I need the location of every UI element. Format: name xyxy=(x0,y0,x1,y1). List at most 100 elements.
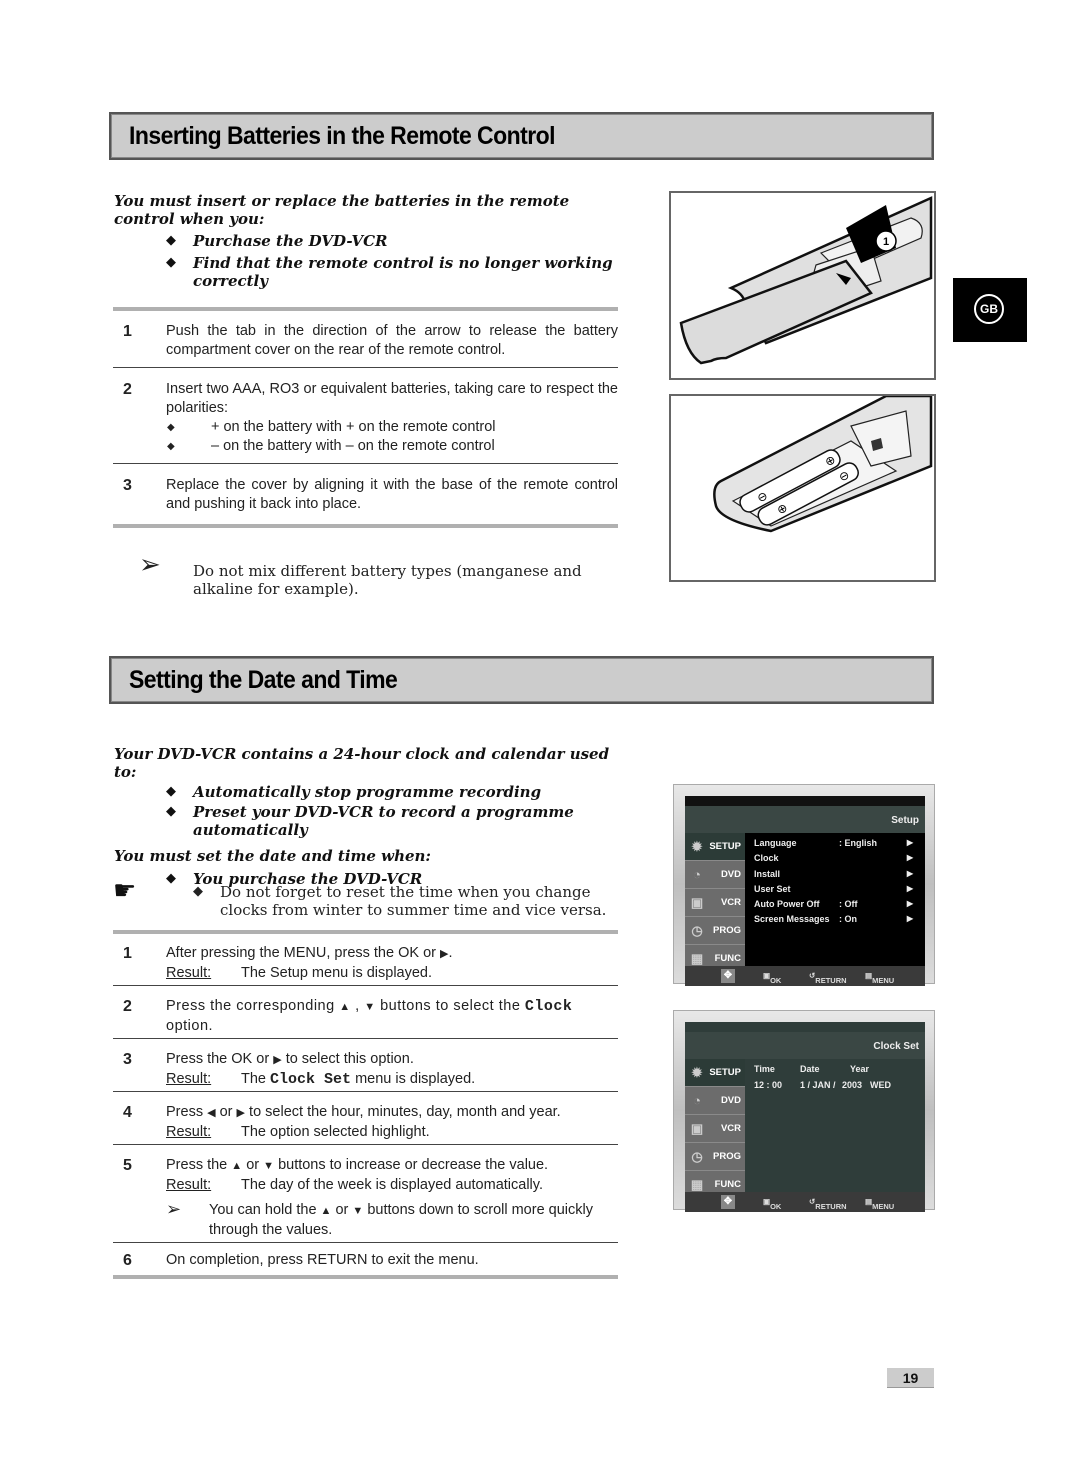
remote-cover-illustration: 1 xyxy=(669,191,936,380)
divider xyxy=(113,307,618,311)
step-6: 6 On completion, press RETURN to exit th… xyxy=(123,1252,479,1269)
divider xyxy=(113,1091,618,1092)
right-arrow-icon: ▶ xyxy=(906,853,913,862)
sidebar-item-setup: ✹ SETUP xyxy=(685,1059,745,1087)
step-2: 2 Press the corresponding ▲ , ▼ buttons … xyxy=(123,998,573,1034)
menu-sidebar: ✹ SETUP ◔ DVD ▣ VCR ◷ PROG ▦ FUNC xyxy=(685,833,745,973)
scroll-tip: ➢ You can hold the ▲ or ▼ buttons down t… xyxy=(166,1199,593,1238)
language-badge: GB xyxy=(974,294,1004,324)
sidebar-item-prog: ◷ PROG xyxy=(685,1143,745,1171)
intro-bullet: ◆ Preset your DVD-VCR to record a progra… xyxy=(166,803,574,839)
section-title-date-time: Setting the Date and Time xyxy=(109,656,934,704)
sidebar-item-dvd: ◔ DVD xyxy=(685,861,745,889)
up-arrow-icon: ▲ xyxy=(320,1205,332,1217)
remote-batteries-illustration: ⊖ ⊕ ⊕ ⊖ xyxy=(669,394,936,582)
diamond-icon: ◆ xyxy=(166,255,176,270)
result-label: Result: xyxy=(166,1124,212,1140)
disc-icon: ◔ xyxy=(693,867,701,882)
diamond-icon: ◆ xyxy=(166,233,176,248)
divider xyxy=(113,1242,618,1243)
ok-hint: ▣ OK xyxy=(763,1197,782,1211)
clock-icon: ◷ xyxy=(691,1149,703,1164)
right-arrow-icon: ▶ xyxy=(906,884,913,893)
menu-row-install: Install ▶ xyxy=(754,869,913,879)
clock-values: 12 : 00 1 / JAN / 2003 WED xyxy=(754,1080,919,1094)
page-number: 19 xyxy=(887,1368,934,1388)
time-value[interactable]: 12 : 00 xyxy=(754,1080,782,1090)
section-title-batteries: Inserting Batteries in the Remote Contro… xyxy=(109,112,934,160)
result-label: Result: xyxy=(166,1071,212,1087)
right-arrow-icon: ▶ xyxy=(236,1107,246,1119)
disc-icon: ◔ xyxy=(693,1093,701,1108)
navigation-pad-icon: ✥ xyxy=(721,969,735,983)
diamond-icon: ◆ xyxy=(166,784,176,799)
result-label: Result: xyxy=(166,1177,212,1193)
diamond-icon: ◆ xyxy=(166,804,176,819)
menu-row-user-set: User Set ▶ xyxy=(754,884,913,894)
weekday-value: WED xyxy=(870,1080,891,1090)
sidebar-item-prog: ◷ PROG xyxy=(685,917,745,945)
divider xyxy=(113,367,618,368)
clock-content: Time Date Year 12 : 00 1 / JAN / 2003 WE… xyxy=(745,1059,925,1199)
polarity-item: ◆ – on the battery with – on the remote … xyxy=(167,438,495,454)
menu-row-clock: Clock ▶ xyxy=(754,853,913,863)
menu-hint: ▤ MENU xyxy=(865,971,895,985)
ok-hint: ▣ OK xyxy=(763,971,782,985)
hand-grid-icon: ▦ xyxy=(690,1177,704,1192)
intro-text: You must insert or replace the batteries… xyxy=(114,192,570,228)
pointing-hand-icon: ☛ xyxy=(113,875,137,905)
menu-row-screen-messages: Screen Messages: On ▶ xyxy=(754,914,913,924)
menu-footer: ✥ ▣ OK ↺ RETURN ▤ MENU xyxy=(685,966,925,986)
step-1: 1 Push the tab in the direction of the a… xyxy=(123,323,618,358)
clock-tip: ◆ Do not forget to reset the time when y… xyxy=(193,883,607,919)
clock-set-screenshot: Clock Set ✹ SETUP ◔ DVD ▣ VCR ◷ PROG ▦ FUNC T… xyxy=(673,1010,935,1212)
up-arrow-icon: ▲ xyxy=(231,1160,243,1172)
menu-hint: ▤ MENU xyxy=(865,1197,895,1211)
menu-sidebar: ✹ SETUP ◔ DVD ▣ VCR ◷ PROG ▦ FUNC xyxy=(685,1059,745,1199)
right-arrow-icon: ▶ xyxy=(906,899,913,908)
diamond-icon: ◆ xyxy=(167,441,175,452)
battery-note: ➢ Do not mix different battery types (ma… xyxy=(139,550,582,598)
clock-icon: ◷ xyxy=(691,923,703,938)
polarity-item: ◆ + on the battery with + on the remote … xyxy=(167,419,496,435)
step-3: 3 Press the OK or ▶ to select this optio… xyxy=(123,1051,476,1088)
divider xyxy=(113,1144,618,1145)
clock-set-screen: Clock Set ✹ SETUP ◔ DVD ▣ VCR ◷ PROG ▦ FUNC T… xyxy=(685,1022,925,1212)
right-arrow-icon: ▶ xyxy=(906,869,913,878)
setup-menu-screenshot: Setup ✹ SETUP ◔ DVD ▣ VCR ◷ PROG ▦ FUNC Langu… xyxy=(673,784,935,986)
menu-row-auto-power-off: Auto Power Off: Off ▶ xyxy=(754,899,913,909)
down-arrow-icon: ▼ xyxy=(263,1160,275,1172)
menu-title: Setup xyxy=(891,815,919,826)
year-value[interactable]: 2003 xyxy=(842,1080,862,1090)
diamond-icon: ◆ xyxy=(193,884,203,899)
step-5: 5 Press the ▲ or ▼ buttons to increase o… xyxy=(113,1156,618,1240)
menu-row-language: Language: English ▶ xyxy=(754,838,913,848)
navigation-pad-icon: ✥ xyxy=(721,1195,735,1209)
gear-icon: ✹ xyxy=(691,839,703,854)
return-hint: ↺ RETURN xyxy=(809,1197,847,1211)
clock-headers: Time Date Year xyxy=(754,1064,870,1074)
tape-icon: ▣ xyxy=(690,1121,704,1136)
date-value[interactable]: 1 / JAN / xyxy=(800,1080,836,1090)
language-tab: GB xyxy=(953,278,1027,342)
setup-menu-screen: Setup ✹ SETUP ◔ DVD ▣ VCR ◷ PROG ▦ FUNC Langu… xyxy=(685,796,925,986)
divider xyxy=(113,930,618,934)
return-hint: ↺ RETURN xyxy=(809,971,847,985)
note-arrow-icon: ➢ xyxy=(139,550,161,580)
down-arrow-icon: ▼ xyxy=(352,1205,364,1217)
step-2: 2 Insert two AAA, RO3 or equivalent batt… xyxy=(123,381,618,454)
sidebar-item-vcr: ▣ VCR xyxy=(685,889,745,917)
down-arrow-icon: ▼ xyxy=(364,1001,376,1013)
intro-bullet: ◆ Purchase the DVD-VCR xyxy=(166,232,388,250)
step-4: 4 Press ◀ or ▶ to select the hour, minut… xyxy=(123,1104,561,1140)
remote-cover-drawing: 1 xyxy=(679,196,933,365)
menu-title: Clock Set xyxy=(873,1041,919,1052)
divider xyxy=(113,463,618,464)
hand-grid-icon: ▦ xyxy=(690,951,704,966)
gear-icon: ✹ xyxy=(691,1065,703,1080)
intro-bullet: ◆ Automatically stop programme recording xyxy=(166,783,542,801)
result-label: Result: xyxy=(166,965,212,981)
sidebar-item-setup: ✹ SETUP xyxy=(685,833,745,861)
step-1: 1 After pressing the MENU, press the OK … xyxy=(123,945,453,981)
menu-footer: ✥ ▣ OK ↺ RETURN ▤ MENU xyxy=(685,1192,925,1212)
